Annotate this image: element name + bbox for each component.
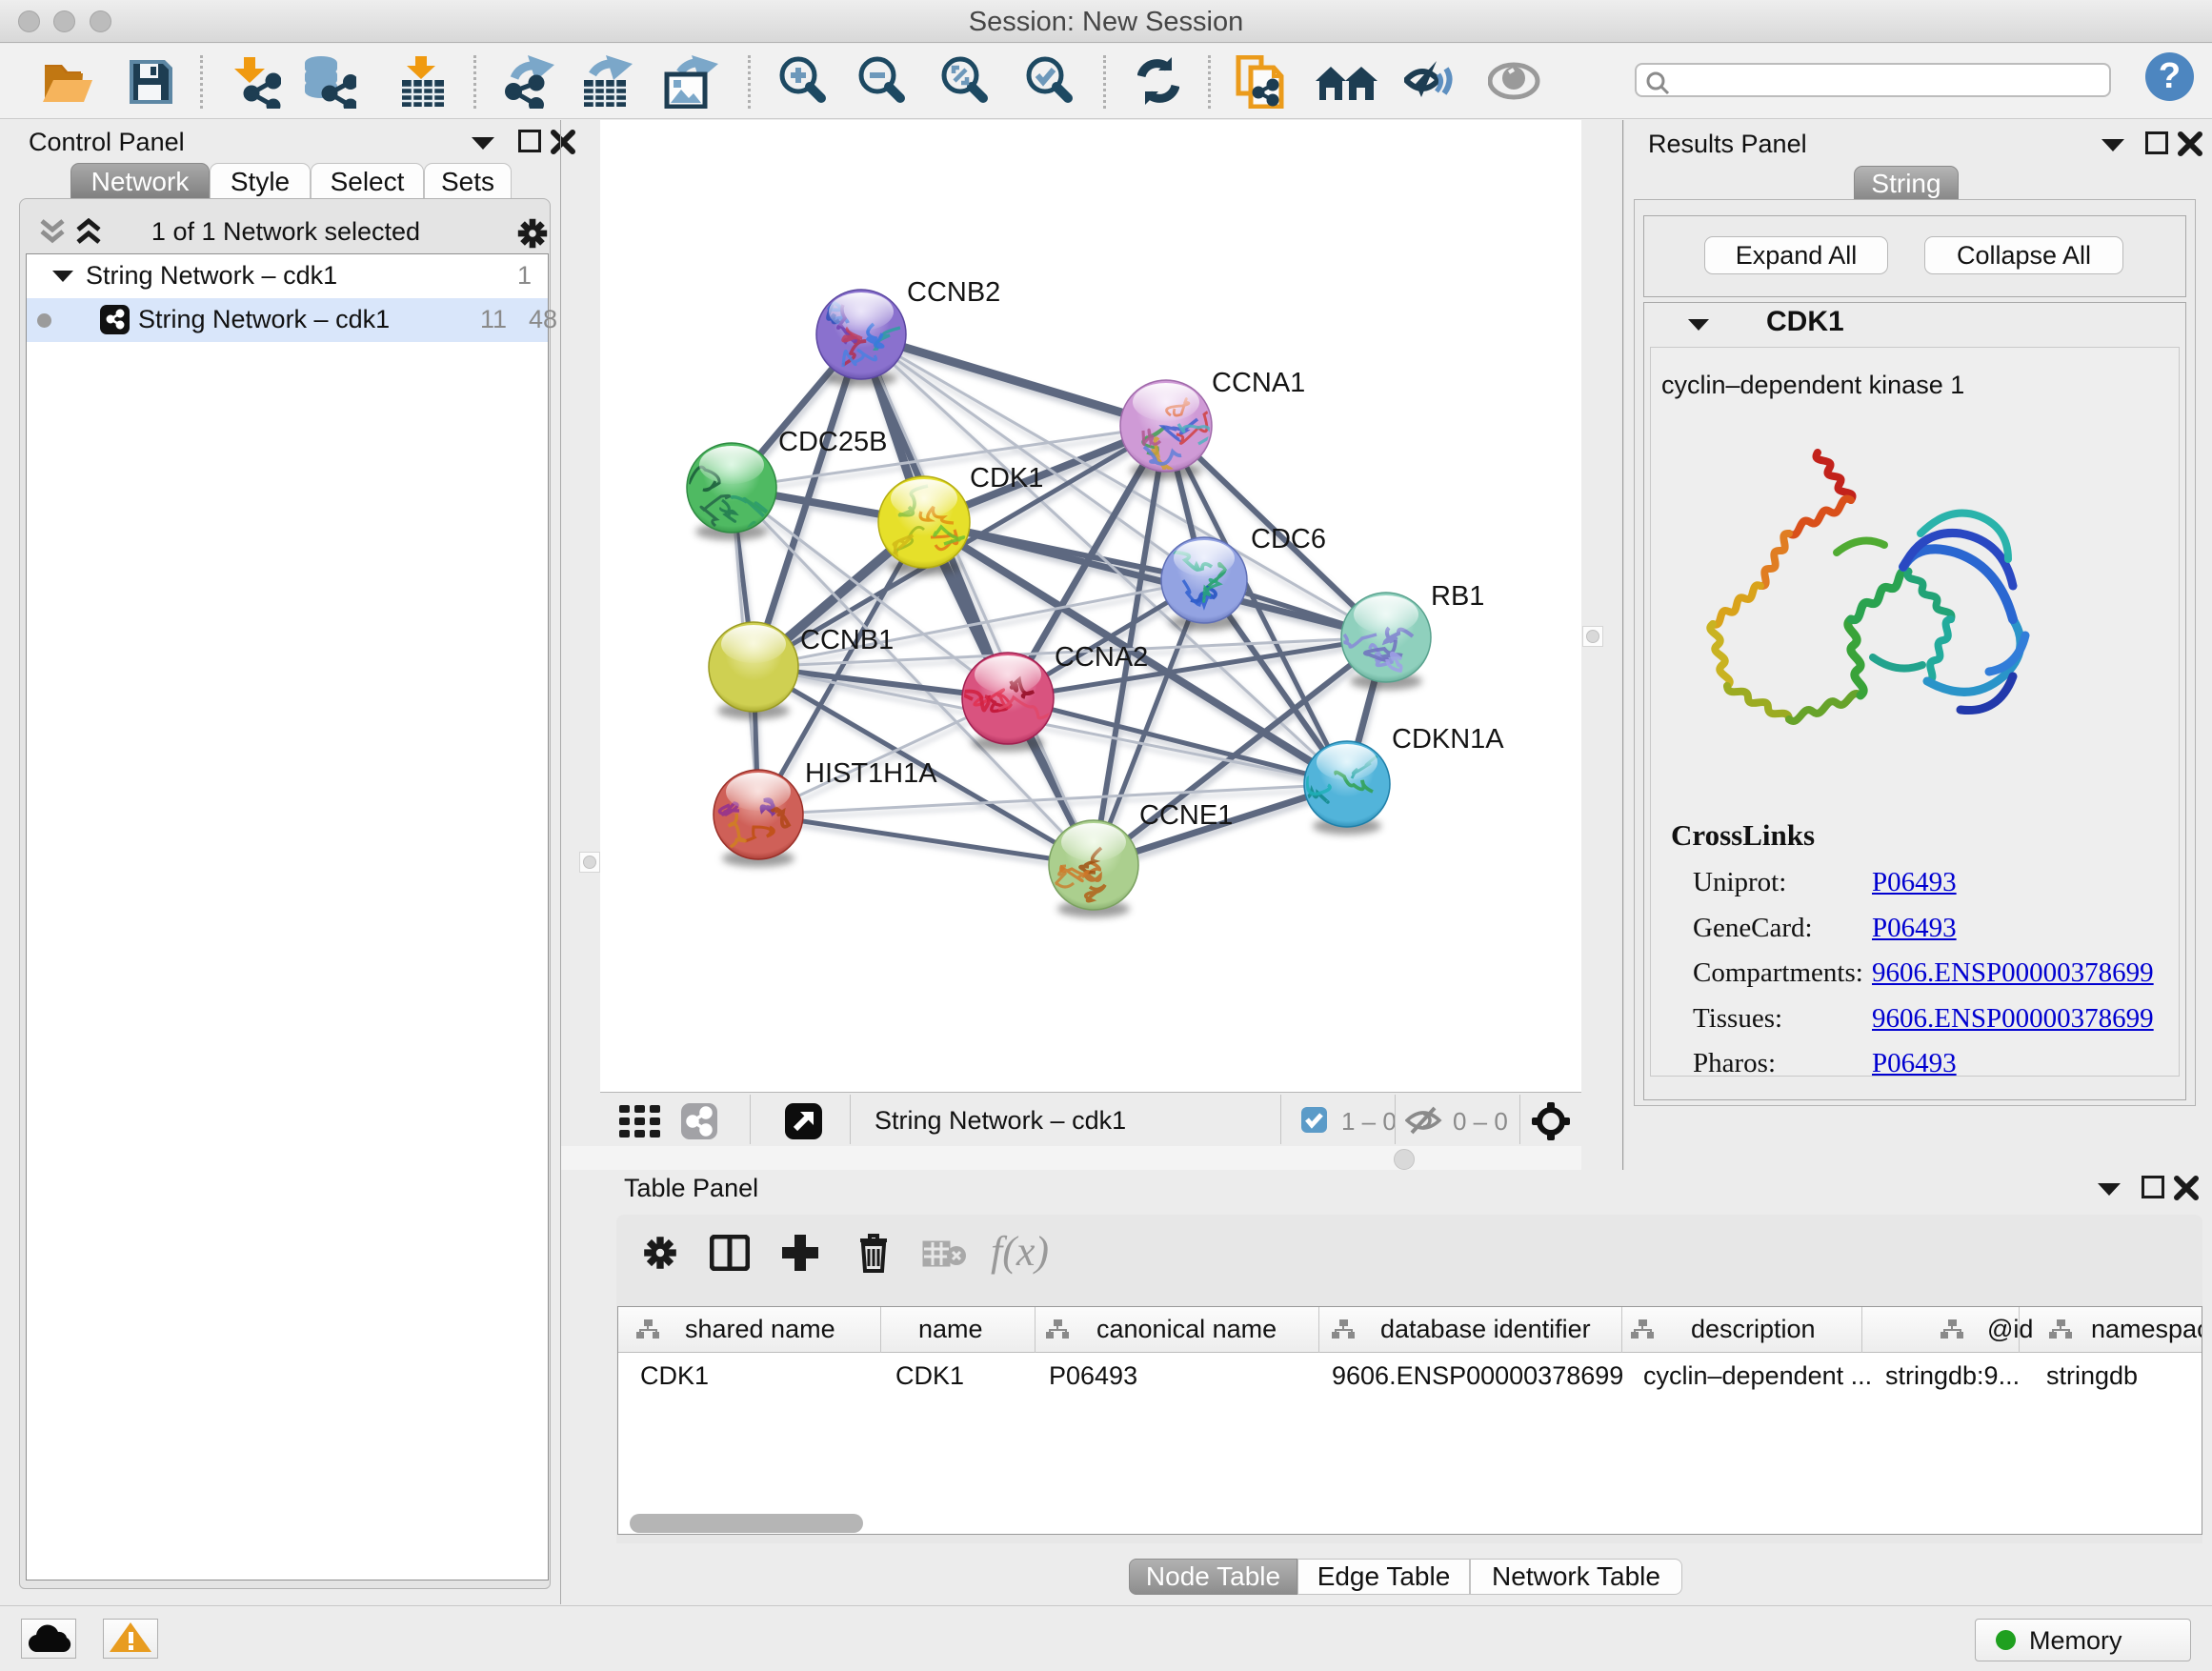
svg-text:CCNA1: CCNA1: [1212, 368, 1305, 398]
svg-text:RB1: RB1: [1431, 581, 1484, 612]
svg-text:CDK1: CDK1: [970, 463, 1043, 493]
svg-text:CCNB1: CCNB1: [800, 625, 894, 655]
svg-text:HIST1H1A: HIST1H1A: [805, 758, 937, 789]
svg-text:CCNB2: CCNB2: [907, 277, 1000, 308]
svg-text:CDKN1A: CDKN1A: [1392, 724, 1504, 755]
svg-text:CDC25B: CDC25B: [778, 427, 887, 457]
svg-text:CCNE1: CCNE1: [1139, 800, 1233, 831]
svg-text:CCNA2: CCNA2: [1055, 642, 1148, 673]
svg-text:CDC6: CDC6: [1251, 524, 1326, 554]
